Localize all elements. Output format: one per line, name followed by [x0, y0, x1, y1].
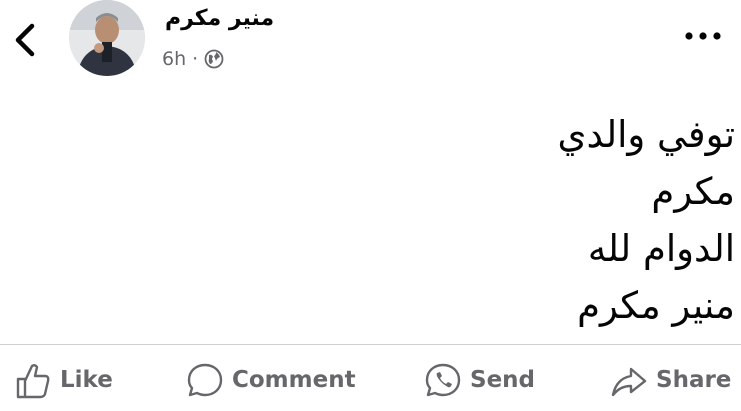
share-button[interactable]: Share [610, 360, 731, 400]
post-text-line: الدوام لله [587, 227, 735, 270]
profile-photo [69, 0, 145, 76]
share-arrow-icon [611, 367, 647, 397]
comment-label: Comment [232, 367, 356, 393]
meta-separator: · [192, 48, 199, 70]
like-label: Like [60, 367, 113, 393]
globe-icon[interactable] [204, 49, 224, 69]
post-text-line: توفي والدي [557, 113, 735, 156]
post-text: توفي والدي مكرم الدوام لله منير مكرم [115, 106, 735, 334]
chevron-left-icon [15, 23, 35, 57]
post-author-name[interactable]: منير مكرم [165, 6, 274, 31]
post-meta: 6h · [162, 48, 224, 70]
comment-bubble-icon [187, 363, 223, 397]
post-text-line: مكرم [651, 170, 735, 213]
share-label: Share [656, 367, 732, 393]
thumbs-up-icon [16, 364, 50, 399]
more-options-button[interactable] [683, 28, 723, 44]
back-button[interactable] [8, 20, 40, 60]
post-timestamp[interactable]: 6h [162, 48, 186, 70]
messenger-icon [425, 363, 461, 397]
actions-divider [0, 344, 741, 345]
more-horizontal-icon [685, 32, 721, 40]
send-button[interactable]: Send [424, 360, 535, 400]
avatar[interactable] [69, 0, 145, 76]
send-label: Send [470, 367, 536, 393]
like-button[interactable]: Like [14, 360, 113, 400]
comment-button[interactable]: Comment [186, 360, 356, 400]
post-text-line: منير مكرم [577, 284, 735, 327]
